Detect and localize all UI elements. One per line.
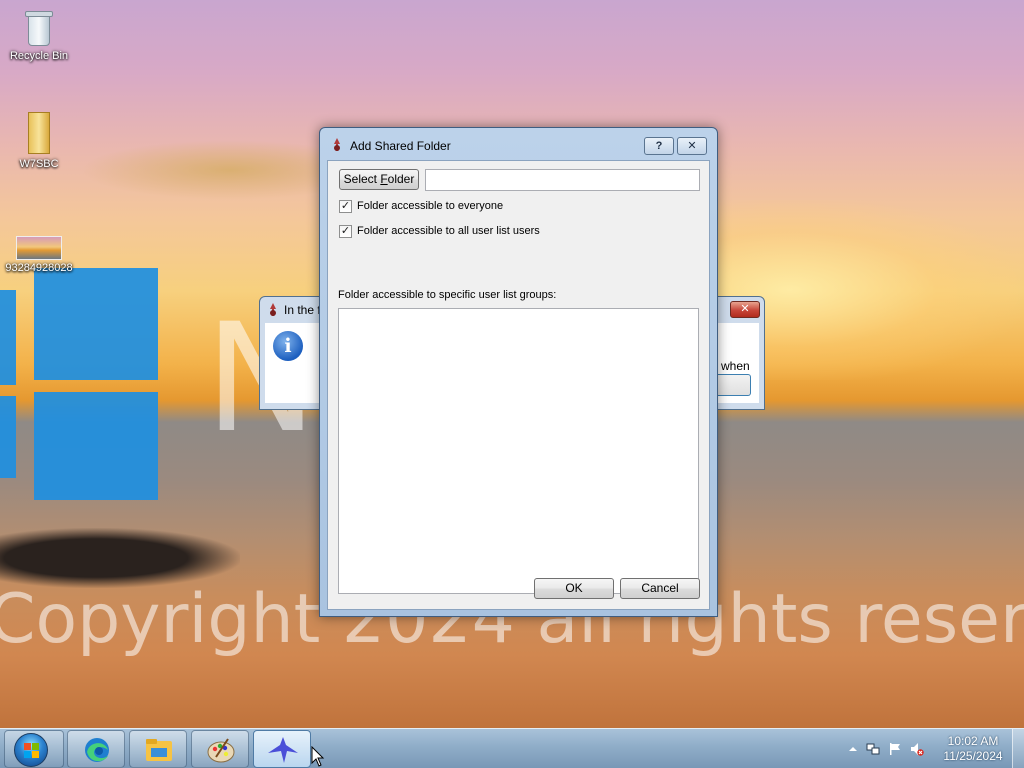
desktop-icon-w7sbc[interactable]: W7SBC — [1, 112, 77, 170]
app-icon — [270, 303, 276, 316]
message-text: when — [721, 359, 750, 373]
dialog-button[interactable] — [717, 374, 751, 396]
taskbar: 10:02 AM 11/25/2024 — [0, 728, 1024, 768]
checkbox-all-users[interactable]: ✓ Folder accessible to all user list use… — [339, 224, 579, 240]
show-hidden-icons-icon[interactable] — [846, 742, 860, 756]
button-label-part: Select — [343, 172, 381, 186]
groups-label: Folder accessible to specific user list … — [338, 289, 557, 301]
desktop-icon-image[interactable]: 93284928028 — [1, 236, 77, 274]
close-button[interactable]: ✕ — [730, 301, 760, 318]
taskbar-edge-button[interactable] — [67, 730, 125, 768]
checkbox-checked-icon[interactable]: ✓ — [339, 200, 352, 213]
clock-date: 11/25/2024 — [943, 749, 1003, 763]
network-icon[interactable] — [866, 742, 880, 756]
button-label-mnemonic: F — [380, 172, 388, 186]
dialog-client-area: Select Folder ✓ Folder accessible to eve… — [327, 160, 710, 610]
taskbar-app-button-active[interactable] — [253, 730, 311, 768]
system-clock[interactable]: 10:02 AM 11/25/2024 — [932, 734, 1014, 764]
action-center-flag-icon[interactable] — [888, 742, 902, 756]
checkbox-checked-icon[interactable]: ✓ — [339, 225, 352, 238]
folder-icon — [146, 739, 172, 761]
show-desktop-button[interactable] — [1012, 729, 1024, 768]
checkbox-label: Folder accessible to everyone — [357, 200, 504, 212]
desktop-icon-label: Recycle Bin — [9, 50, 69, 62]
mouse-cursor-icon — [311, 746, 325, 767]
info-icon: i — [273, 331, 303, 361]
recycle-bin-icon — [24, 8, 54, 48]
folder-path-input[interactable] — [425, 169, 700, 191]
checkbox-label: Folder accessible to all user list users — [357, 225, 540, 237]
add-shared-folder-dialog[interactable]: Add Shared Folder ? ✕ Select Folder ✓ Fo… — [319, 127, 718, 617]
start-button[interactable] — [4, 730, 64, 768]
checkbox-everyone[interactable]: ✓ Folder accessible to everyone — [339, 199, 539, 215]
folder-file-icon — [24, 112, 54, 156]
rocks — [0, 528, 240, 588]
groups-listbox[interactable] — [338, 308, 699, 594]
paint-palette-icon — [207, 738, 235, 763]
cancel-button[interactable]: Cancel — [620, 578, 700, 599]
help-button[interactable]: ? — [644, 137, 674, 155]
select-folder-button[interactable]: Select Folder — [339, 169, 419, 190]
desktop-icon-label: W7SBC — [19, 158, 59, 170]
dialog-title: In the f — [284, 303, 321, 317]
edge-icon — [85, 738, 109, 762]
taskbar-explorer-button[interactable] — [129, 730, 187, 768]
button-label-part: older — [387, 172, 415, 186]
dialog-title: Add Shared Folder — [350, 139, 451, 153]
close-button[interactable]: ✕ — [677, 137, 707, 155]
image-thumbnail-icon — [16, 236, 62, 260]
clock-time: 10:02 AM — [947, 734, 999, 748]
desktop-icon-recycle-bin[interactable]: Recycle Bin — [1, 8, 77, 62]
volume-muted-icon[interactable] — [910, 742, 924, 756]
windows-orb-icon — [14, 733, 48, 767]
taskbar-paint-button[interactable] — [191, 730, 249, 768]
app-icon — [268, 737, 298, 763]
app-icon — [334, 138, 340, 151]
ok-button[interactable]: OK — [534, 578, 614, 599]
desktop-icon-label: 93284928028 — [5, 262, 73, 274]
